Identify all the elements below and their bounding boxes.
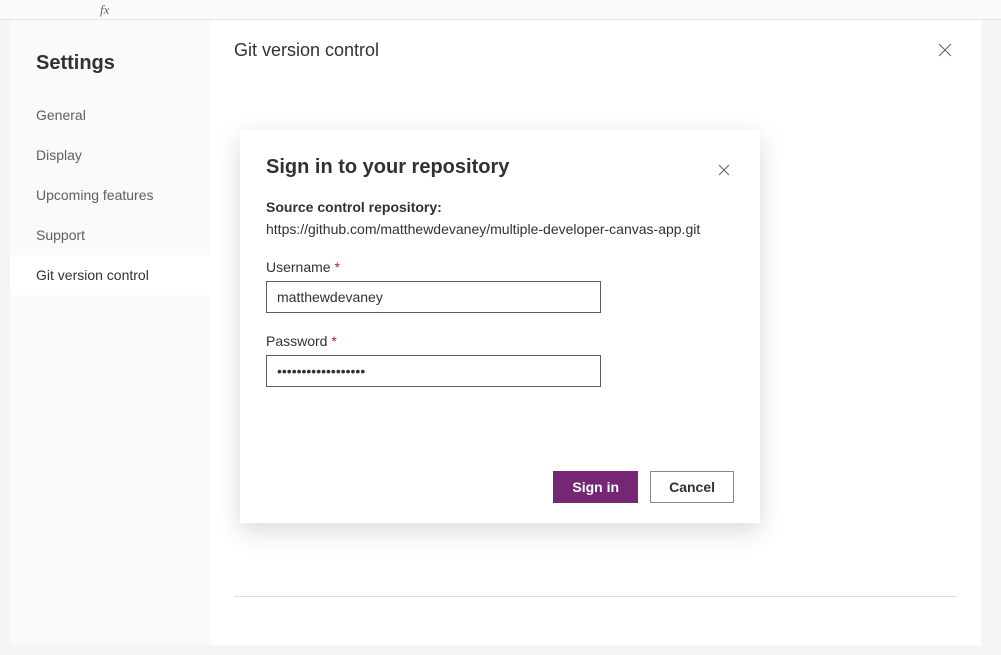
sidebar-item-label: Display [36,147,82,163]
main-header: Git version control [210,20,981,80]
sidebar-item-label: Upcoming features [36,187,154,203]
modal-title: Sign in to your repository [266,156,509,179]
repo-url: https://github.com/matthewdevaney/multip… [266,221,734,237]
password-label-text: Password [266,333,327,349]
sidebar-item-label: Support [36,227,85,243]
repo-label: Source control repository: [266,199,734,215]
modal-close-button[interactable] [714,160,734,180]
required-indicator: * [334,259,339,275]
signin-modal: Sign in to your repository Source contro… [240,130,760,523]
sidebar-title: Settings [10,40,210,95]
password-label: Password * [266,333,734,349]
sidebar-item-label: Git version control [36,267,149,283]
required-indicator: * [331,333,336,349]
close-panel-button[interactable] [933,38,957,62]
close-icon [938,43,952,57]
sidebar-item-support[interactable]: Support [10,215,210,255]
sidebar-item-label: General [36,107,86,123]
signin-button[interactable]: Sign in [553,471,638,503]
formula-bar-bg: fx [0,0,1001,20]
close-icon [718,164,730,176]
username-label-text: Username [266,259,331,275]
fx-indicator: fx [100,2,109,18]
username-label: Username * [266,259,734,275]
sidebar-item-git-version-control[interactable]: Git version control [10,255,210,295]
main-footer-divider [234,596,957,597]
password-input[interactable] [266,355,601,387]
username-input[interactable] [266,281,601,313]
settings-sidebar: Settings General Display Upcoming featur… [10,20,210,645]
cancel-button[interactable]: Cancel [650,471,734,503]
modal-header: Sign in to your repository [266,156,734,199]
modal-footer: Sign in Cancel [266,471,734,503]
sidebar-item-display[interactable]: Display [10,135,210,175]
sidebar-item-upcoming-features[interactable]: Upcoming features [10,175,210,215]
page-title: Git version control [234,40,379,61]
sidebar-item-general[interactable]: General [10,95,210,135]
